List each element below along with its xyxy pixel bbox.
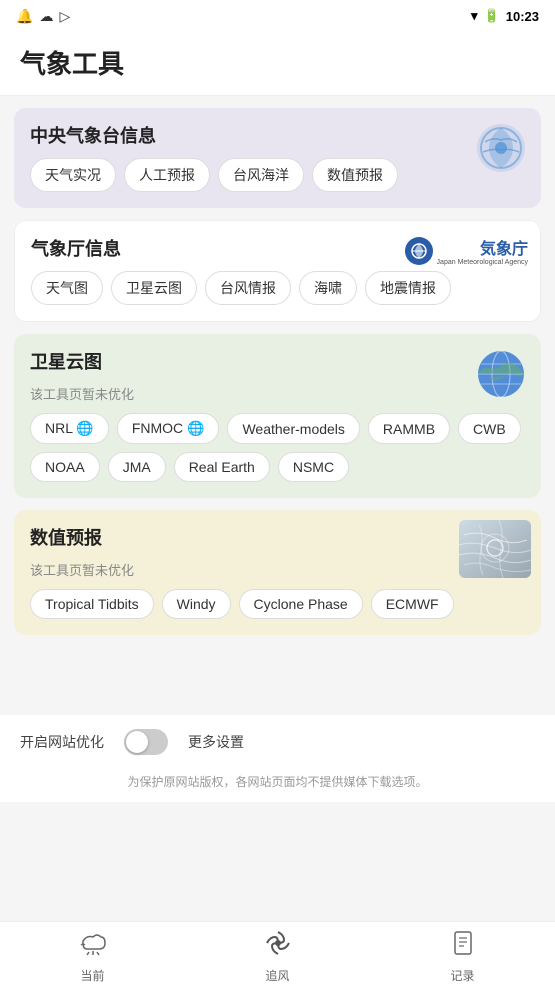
section-jma: 気象庁 Japan Meteorological Agency 气象厅信息 天气… xyxy=(14,220,541,322)
jma-sub: Japan Meteorological Agency xyxy=(437,259,528,267)
tag-jma[interactable]: JMA xyxy=(108,452,166,482)
nav-label-record: 记录 xyxy=(450,967,474,984)
status-icon-1: 🔔 xyxy=(16,8,33,25)
footer-area: 开启网站优化 更多设置 为保护原网站版权，各网站页面均不提供媒体下载选项。 xyxy=(0,715,555,802)
satellite-tags: NRL 🌐 FNMOC 🌐 Weather-models RAMMB CWB N… xyxy=(30,413,525,482)
toggle-label: 开启网站优化 xyxy=(20,732,104,752)
status-icon-2: ☁ xyxy=(39,8,53,25)
jma-logo: 気象庁 Japan Meteorological Agency xyxy=(405,235,528,267)
globe-icon-container xyxy=(475,348,527,405)
cma-tags: 天气实况 人工预报 台风海洋 数值预报 xyxy=(30,158,525,192)
cma-logo xyxy=(475,122,527,179)
tag-rengong-yubao[interactable]: 人工预报 xyxy=(124,158,210,192)
app-header: 气象工具 xyxy=(0,32,555,96)
tag-weixing-yuntu[interactable]: 卫星云图 xyxy=(111,271,197,305)
tag-nrl[interactable]: NRL 🌐 xyxy=(30,413,109,444)
jma-logo-text: 気象庁 Japan Meteorological Agency xyxy=(437,235,528,267)
tag-taifeng-haiyang[interactable]: 台风海洋 xyxy=(218,158,304,192)
tag-windy[interactable]: Windy xyxy=(162,589,231,619)
tag-weather-models[interactable]: Weather-models xyxy=(227,413,359,444)
more-settings-link[interactable]: 更多设置 xyxy=(188,732,244,752)
section-title-cma: 中央气象台信息 xyxy=(30,122,525,148)
tag-tianqitu[interactable]: 天气图 xyxy=(31,271,103,305)
section-title-satellite: 卫星云图 xyxy=(30,348,525,374)
numerical-tags: Tropical Tidbits Windy Cyclone Phase ECM… xyxy=(30,589,525,619)
nav-item-current[interactable]: 当前 xyxy=(0,929,185,984)
jma-icon xyxy=(405,237,433,265)
nav-icon-current xyxy=(79,929,107,964)
status-bar: 🔔 ☁ ▷ ▾ 🔋 10:23 xyxy=(0,0,555,32)
section-title-numerical: 数值预报 xyxy=(30,524,525,550)
nav-item-typhoon[interactable]: 追风 xyxy=(185,929,370,984)
status-icon-3: ▷ xyxy=(59,8,70,25)
nav-item-record[interactable]: 记录 xyxy=(370,929,555,984)
tag-cyclone-phase[interactable]: Cyclone Phase xyxy=(239,589,363,619)
tag-haixiao[interactable]: 海啸 xyxy=(299,271,357,305)
jma-name: 気象庁 xyxy=(480,235,528,259)
main-content: 中央气象台信息 天气实况 人工预报 台风海洋 数值预报 気象庁 Japan Me… xyxy=(0,96,555,715)
wifi-icon: ▾ xyxy=(471,8,478,24)
section-subtitle-numerical: 该工具页暂未优化 xyxy=(30,560,525,579)
tag-noaa[interactable]: NOAA xyxy=(30,452,100,482)
section-subtitle-satellite: 该工具页暂未优化 xyxy=(30,384,525,403)
jma-tags: 天气图 卫星云图 台风情报 海啸 地震情报 xyxy=(31,271,524,305)
section-numerical: 数值预报 该工具页暂未优化 Tropical Tidbits Windy Cyc… xyxy=(14,510,541,635)
footer-controls: 开启网站优化 更多设置 xyxy=(0,715,555,769)
tag-cwb[interactable]: CWB xyxy=(458,413,521,444)
nav-icon-typhoon xyxy=(264,929,292,964)
tag-nsmc[interactable]: NSMC xyxy=(278,452,349,482)
nav-icon-record xyxy=(449,929,477,964)
tag-shuzhi-yubao[interactable]: 数值预报 xyxy=(312,158,398,192)
time-display: 10:23 xyxy=(506,9,539,24)
nav-label-current: 当前 xyxy=(80,967,104,984)
tag-fnmoc[interactable]: FNMOC 🌐 xyxy=(117,413,220,444)
tag-dizhen-qingbao[interactable]: 地震情报 xyxy=(365,271,451,305)
tag-tianqi-shikuang[interactable]: 天气实况 xyxy=(30,158,116,192)
bottom-navigation: 当前 追风 记录 xyxy=(0,921,555,991)
footer-note: 为保护原网站版权，各网站页面均不提供媒体下载选项。 xyxy=(0,773,555,802)
section-satellite: 卫星云图 该工具页暂未优化 NRL 🌐 FNMOC 🌐 Weather-mode… xyxy=(14,334,541,498)
section-central-met: 中央气象台信息 天气实况 人工预报 台风海洋 数值预报 xyxy=(14,108,541,208)
numerical-image xyxy=(459,520,531,578)
tag-rammb[interactable]: RAMMB xyxy=(368,413,450,444)
app-title: 气象工具 xyxy=(20,44,535,81)
tag-taifeng-qingbao[interactable]: 台风情报 xyxy=(205,271,291,305)
tag-tropical-tidbits[interactable]: Tropical Tidbits xyxy=(30,589,154,619)
website-optimization-toggle[interactable] xyxy=(124,729,168,755)
battery-icon: 🔋 xyxy=(484,8,500,24)
status-right: ▾ 🔋 10:23 xyxy=(471,8,539,24)
status-left-icons: 🔔 ☁ ▷ xyxy=(16,8,70,25)
nav-label-typhoon: 追风 xyxy=(265,967,289,984)
tag-ecmwf[interactable]: ECMWF xyxy=(371,589,454,619)
tag-real-earth[interactable]: Real Earth xyxy=(174,452,270,482)
